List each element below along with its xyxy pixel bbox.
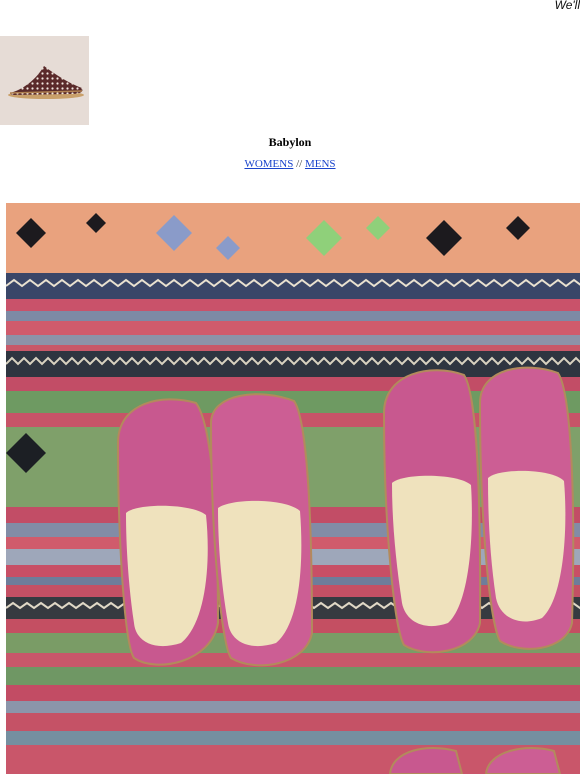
shipping-banner-text: We'll	[554, 0, 580, 12]
gender-nav: WOMENS // MENS	[0, 158, 580, 170]
slipper-thumbnail-icon	[0, 36, 89, 125]
slipper-pair-left	[116, 393, 314, 667]
product-title: Babylon	[268, 135, 312, 149]
pink-slippers-photo-icon	[6, 203, 580, 774]
product-thumbnail[interactable]	[0, 36, 89, 125]
nav-separator: //	[296, 158, 303, 170]
mens-link[interactable]: MENS	[305, 158, 336, 170]
hero-product-photo	[6, 203, 580, 774]
womens-link[interactable]: WOMENS	[244, 158, 293, 170]
